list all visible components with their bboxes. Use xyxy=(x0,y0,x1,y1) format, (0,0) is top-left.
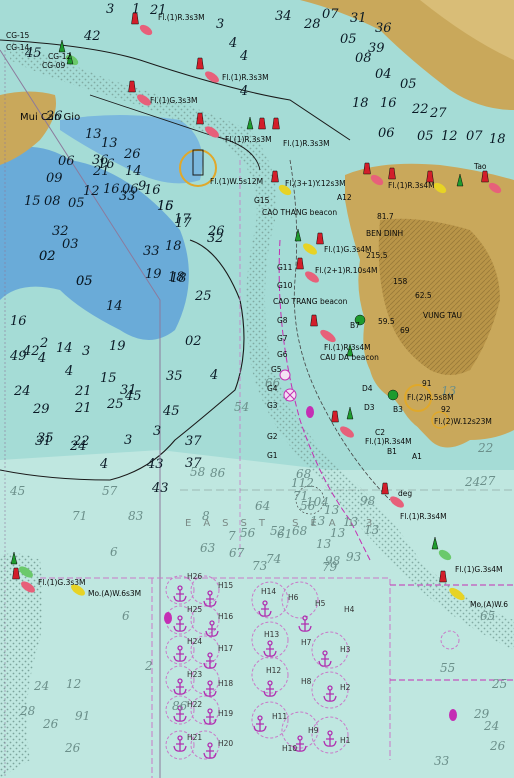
anchorage-label: H18 xyxy=(218,679,233,688)
map-label: 158 xyxy=(393,277,408,286)
light-label: Fl.(1)R.3s3M xyxy=(283,139,330,148)
light-label: Fl.(3+1)Y.12s3M xyxy=(285,179,346,188)
buoy-id: B1 xyxy=(387,447,397,456)
buoy-id: CG-09 xyxy=(42,61,66,70)
beacon-cao-trang: CAO TRANG beacon xyxy=(273,297,348,306)
nautical-chart[interactable]: 3 1 21 42 34 28 4 4 4 3 31 36 39 07 05 08 04 05 16 18 06 05 12… xyxy=(0,0,514,778)
anchorage-label: H17 xyxy=(218,644,233,653)
light-label: Fl.(1)G.3s4M xyxy=(324,245,372,254)
buoy-id: G10 xyxy=(277,281,293,290)
buoy-id: CG-15 xyxy=(6,31,30,40)
area-letters: EASST SEA13 xyxy=(185,518,384,529)
anchorage-label: H16 xyxy=(218,612,233,621)
buoy-id: G5 xyxy=(271,365,282,374)
light-label: Fl.(2+1)R.10s4M xyxy=(315,266,377,275)
light-label: Fl.(1)R.3s3M xyxy=(225,135,272,144)
beacon-cao-thang: CAO THANG beacon xyxy=(262,208,337,217)
buoy-id: G4 xyxy=(267,384,278,393)
place-mui-can-gio: Mui Can Gio xyxy=(20,112,80,123)
buoy-id: D3 xyxy=(364,403,375,412)
anchorage-labels: H26 H25 H24 H23 H22 H21 H20 H19 H18 H17 H16 H15 H14 H… xyxy=(187,572,355,753)
light-label: Fl.(1)R.3s4M xyxy=(400,512,447,521)
anchorage-label: H25 xyxy=(187,605,202,614)
anchorage-label: H6 xyxy=(288,593,299,602)
anchorage-label: H13 xyxy=(264,630,279,639)
anchorage-label: H3 xyxy=(340,645,351,654)
buoy-id: G1 xyxy=(267,451,278,460)
anchorage-label: H7 xyxy=(301,638,312,647)
buoy-id: C2 xyxy=(375,428,385,437)
map-label: 91 xyxy=(422,379,432,388)
anchorage-label: H26 xyxy=(187,572,202,581)
buoy-id: G7 xyxy=(277,334,288,343)
light-label: Fl.(1)R.3s3M xyxy=(222,73,269,82)
light-label: Fl.(1)G.3s3M xyxy=(38,578,86,587)
anchorage-label: H1 xyxy=(340,736,351,745)
buoy-id: G2 xyxy=(267,432,278,441)
light-label: Fl.(2)R.5s8M xyxy=(407,393,454,402)
light-label: Fl.(1)G.3s3M xyxy=(150,96,198,105)
light-label: Fl.(1)R.3s3M xyxy=(158,13,205,22)
buoy-id: CG-12 xyxy=(48,52,72,61)
anchorage-label: H11 xyxy=(272,712,287,721)
anchorage-label: H14 xyxy=(261,587,276,596)
beacon-cau-da: CAU DA beacon xyxy=(320,353,379,362)
map-label: 59.5 xyxy=(378,317,395,326)
anchorage-label: H9 xyxy=(308,726,319,735)
light-label: Fl.(1)R.3s4M xyxy=(324,343,371,352)
place-vung-tau: VUNG TAU xyxy=(423,311,462,320)
place-ben-dinh: BEN DINH xyxy=(366,229,403,238)
map-label: 215.5 xyxy=(366,251,388,260)
map-label: 62.5 xyxy=(415,291,432,300)
buoy-id: G8 xyxy=(277,316,288,325)
buoy-id: A12 xyxy=(337,193,352,202)
anchorage-label: H23 xyxy=(187,670,202,679)
buoy-id: G11 xyxy=(277,263,293,272)
map-label: deg xyxy=(398,489,412,498)
map-label: 92 xyxy=(441,405,451,414)
anchorage-label: H19 xyxy=(218,709,233,718)
anchorage-label: H24 xyxy=(187,637,202,646)
anchorage-label: H10 xyxy=(282,744,297,753)
anchorage-label: H4 xyxy=(344,605,355,614)
buoy-id: 81.7 xyxy=(377,212,394,221)
buoy-id: G15 xyxy=(254,196,270,205)
anchorage-label: H20 xyxy=(218,739,233,748)
anchorage-label: H2 xyxy=(340,683,351,692)
light-label: Fl.(1)G.3s4M xyxy=(455,565,503,574)
buoy-id: B7 xyxy=(350,321,360,330)
anchorage-label: H12 xyxy=(266,666,281,675)
buoy-id: B3 xyxy=(393,405,403,414)
anchorage-label: H5 xyxy=(315,599,326,608)
anchorage-label: H21 xyxy=(187,733,202,742)
map-label: Tao xyxy=(473,162,487,171)
anchorage-label: H8 xyxy=(301,677,312,686)
buoy-id: D4 xyxy=(362,384,373,393)
buoy-id: A1 xyxy=(412,452,422,461)
light-label: Mo.(A)W.6s3M xyxy=(88,589,141,598)
buoy-id: G3 xyxy=(267,401,278,410)
map-label: 69 xyxy=(400,326,410,335)
light-label: Mo.(A)W.6 xyxy=(470,600,508,609)
buoy-id: G6 xyxy=(277,350,288,359)
anchorage-label: H15 xyxy=(218,581,233,590)
anchorage-label: H22 xyxy=(187,700,202,709)
light-label: Fl.(1)R.3s4M xyxy=(365,437,412,446)
light-label: Fl.(2)W.12s23M xyxy=(434,417,492,426)
light-label: Fl.(1)W.5s12M xyxy=(210,177,263,186)
light-label: Fl.(1)R.3s4M xyxy=(388,181,435,190)
buoy-id: CG-14 xyxy=(6,43,30,52)
chart-labels: Mui Can Gio VUNG TAU BEN DINH CAO THANG … xyxy=(6,13,508,753)
